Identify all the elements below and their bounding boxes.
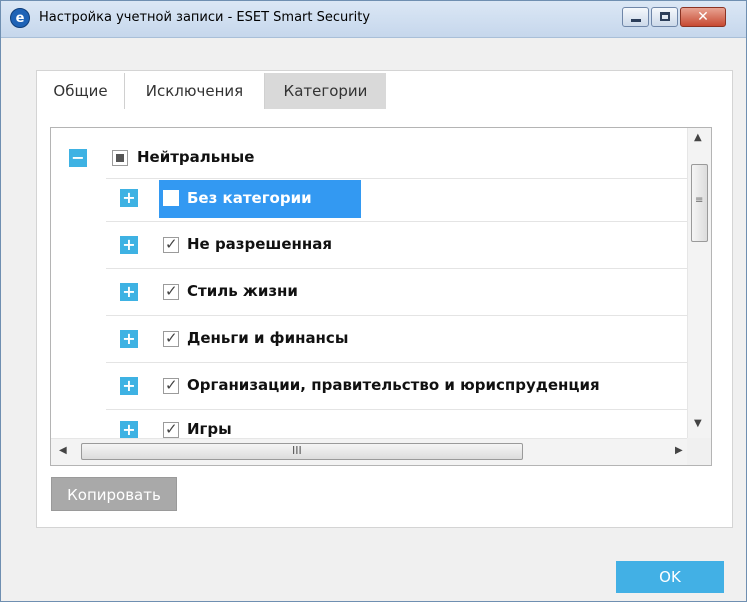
expand-icon[interactable]: +	[120, 283, 138, 301]
expand-icon[interactable]: +	[120, 236, 138, 254]
maximize-icon	[660, 12, 670, 21]
tree-label: Не разрешенная	[187, 235, 333, 253]
tree-label: Без категории	[187, 189, 312, 207]
window-title: Настройка учетной записи - ESET Smart Se…	[39, 10, 371, 25]
checkmark-icon: ✓	[165, 376, 178, 394]
ok-button[interactable]: OK	[616, 561, 724, 593]
tree-row-root: − Нейтральные	[51, 132, 687, 179]
tree-label: Деньги и финансы	[187, 329, 349, 347]
expand-icon[interactable]: +	[120, 330, 138, 348]
checkmark-icon: ✓	[165, 235, 178, 253]
partial-check-icon	[116, 154, 124, 162]
minimize-icon	[631, 19, 641, 22]
tree-row: + ✓ Стиль жизни	[51, 269, 687, 316]
vertical-scroll-thumb[interactable]: ≡	[691, 164, 708, 242]
title-bar[interactable]: e Настройка учетной записи - ESET Smart …	[1, 1, 746, 38]
scrollbar-corner	[687, 438, 711, 465]
tree-label: Организации, правительство и юриспруденц…	[187, 376, 600, 394]
tab-general[interactable]: Общие	[37, 73, 125, 109]
maximize-button[interactable]	[651, 7, 678, 27]
vertical-scrollbar[interactable]: ▲ ≡ ▼	[687, 128, 711, 438]
expand-icon[interactable]: +	[120, 189, 138, 207]
close-button[interactable]: ✕	[680, 7, 726, 27]
tree-label-root: Нейтральные	[137, 148, 255, 166]
eset-logo-icon: e	[10, 8, 30, 28]
scroll-up-icon[interactable]: ▲	[694, 132, 702, 143]
minimize-button[interactable]	[622, 7, 649, 27]
checkmark-icon: ✓	[165, 282, 178, 300]
horizontal-scrollbar[interactable]: ◀ III ▶	[51, 438, 687, 465]
row-checkbox[interactable]: ✓	[163, 376, 179, 394]
dialog-window: e Настройка учетной записи - ESET Smart …	[0, 0, 747, 602]
grip-icon: ≡	[695, 195, 704, 206]
grip-icon: III	[292, 444, 302, 457]
tree-label: Стиль жизни	[187, 282, 298, 300]
close-icon: ✕	[697, 9, 709, 25]
tree-label: Игры	[187, 420, 232, 438]
row-checkbox[interactable]: ✓	[163, 282, 179, 300]
tree-row: + ✓ Организации, правительство и юриспру…	[51, 363, 687, 410]
root-checkbox[interactable]	[112, 150, 128, 166]
tab-categories[interactable]: Категории	[265, 73, 386, 109]
tab-exclusions[interactable]: Исключения	[125, 73, 265, 109]
scroll-left-icon[interactable]: ◀	[59, 445, 67, 456]
category-tree[interactable]: − Нейтральные + Без категории + ✓ Не раз…	[50, 127, 712, 466]
row-checkbox[interactable]	[163, 190, 179, 206]
scroll-right-icon[interactable]: ▶	[675, 445, 683, 456]
expand-icon[interactable]: +	[120, 421, 138, 439]
scroll-down-icon[interactable]: ▼	[694, 418, 702, 429]
tree-row: + ✓ Не разрешенная	[51, 222, 687, 269]
copy-button[interactable]: Копировать	[51, 477, 177, 511]
checkmark-icon: ✓	[165, 329, 178, 347]
selected-row-highlight[interactable]: Без категории	[159, 180, 361, 218]
tree-row: + ✓ Деньги и финансы	[51, 316, 687, 363]
checkmark-icon: ✓	[165, 420, 178, 438]
collapse-icon[interactable]: −	[69, 149, 87, 167]
row-checkbox[interactable]: ✓	[163, 235, 179, 253]
tree-row: + Без категории	[51, 175, 687, 222]
row-checkbox[interactable]: ✓	[163, 420, 179, 438]
row-checkbox[interactable]: ✓	[163, 329, 179, 347]
horizontal-scroll-thumb[interactable]: III	[81, 443, 523, 460]
expand-icon[interactable]: +	[120, 377, 138, 395]
